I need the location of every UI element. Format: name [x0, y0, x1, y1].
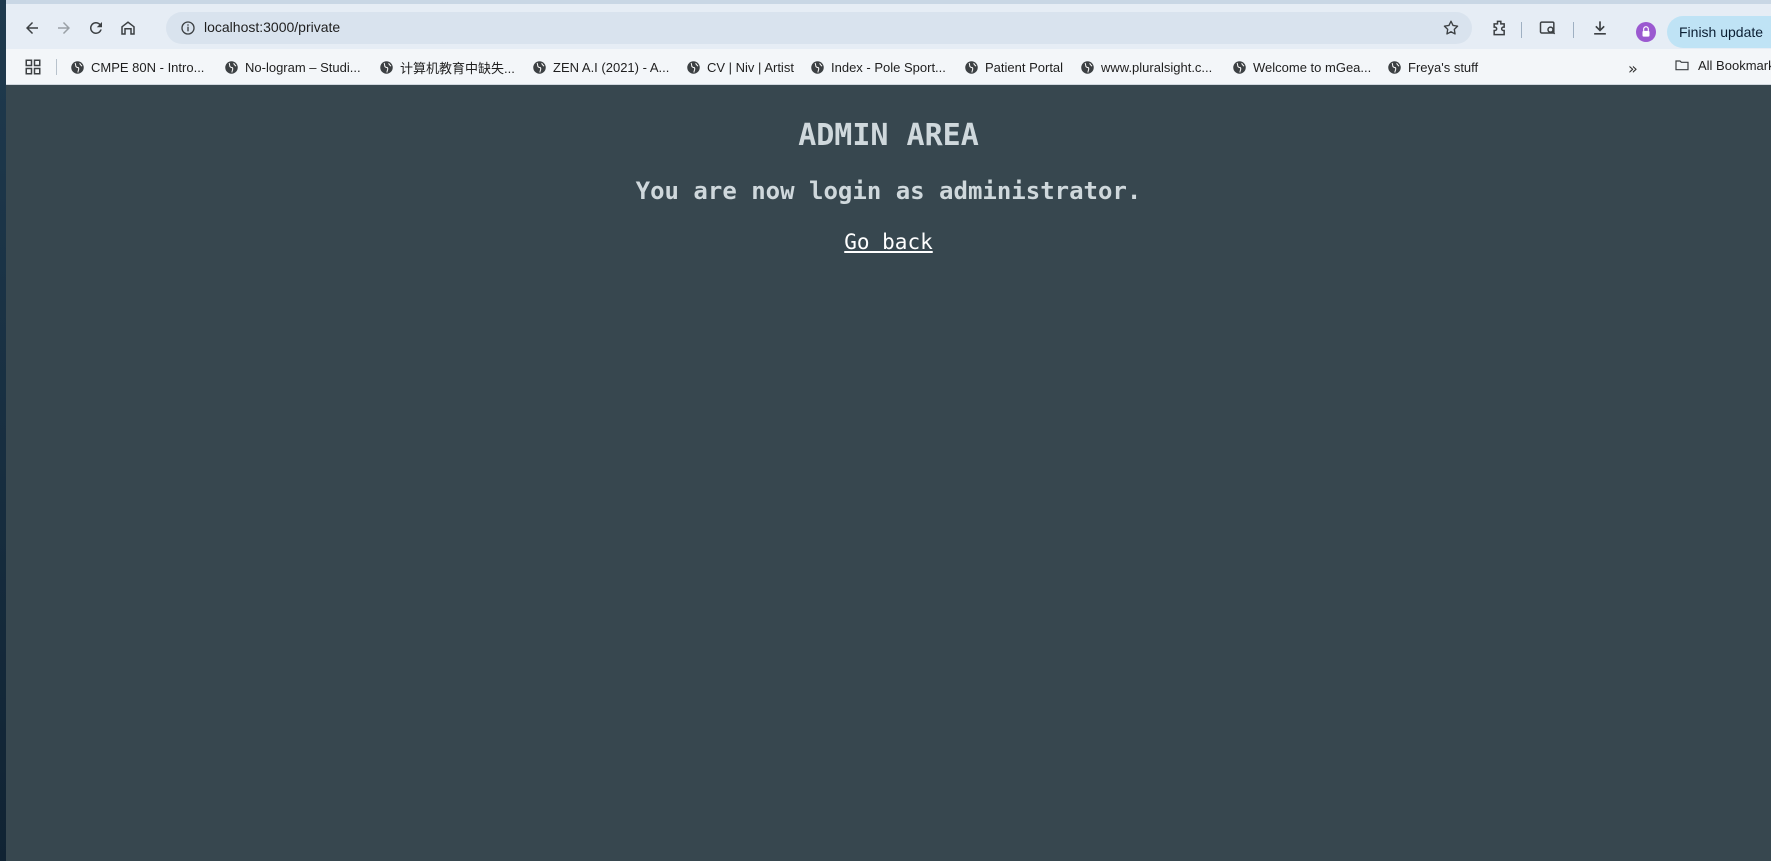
globe-icon — [811, 60, 824, 74]
profile-avatar-icon[interactable] — [1636, 22, 1656, 42]
back-button[interactable] — [18, 14, 46, 42]
apps-icon[interactable] — [24, 58, 42, 76]
bookmark-item[interactable]: Index - Pole Sport... — [810, 57, 946, 77]
globe-icon — [687, 60, 700, 74]
globe-icon — [225, 60, 238, 74]
browser-toolbar: localhost:3000/private Finish update ⋮ — [6, 0, 1771, 49]
login-status-message: You are now login as administrator. — [635, 177, 1142, 205]
chevron-double-right-icon[interactable]: » — [1628, 59, 1638, 78]
address-bar[interactable]: localhost:3000/private — [166, 12, 1472, 44]
go-back-link[interactable]: Go back — [6, 230, 1771, 254]
bookmark-item[interactable]: Patient Portal — [964, 57, 1063, 77]
folder-icon — [1675, 60, 1689, 71]
bookmark-label: CV | Niv | Artist — [707, 59, 794, 75]
bookmark-label: Index - Pole Sport... — [831, 59, 946, 75]
bookmark-star-icon[interactable] — [1442, 19, 1460, 37]
forward-icon — [58, 22, 70, 34]
url-text[interactable]: localhost:3000/private — [204, 19, 340, 35]
finish-update-label: Finish update — [1679, 24, 1764, 40]
extensions-icon[interactable] — [1490, 18, 1510, 38]
bookmark-label: Welcome to mGea... — [1253, 59, 1372, 75]
bookmark-label: CMPE 80N - Intro... — [91, 59, 205, 75]
bookmark-label: www.pluralsight.c... — [1101, 59, 1213, 75]
bookmark-label: Patient Portal — [985, 59, 1064, 75]
profile-badge-icon — [1642, 26, 1650, 37]
toolbar-divider — [1573, 22, 1574, 38]
home-button[interactable] — [114, 14, 142, 42]
bookmark-label: 计算机教育中缺失... — [400, 60, 515, 76]
bookmark-label: ZEN A.I (2021) - A... — [553, 59, 670, 75]
bookmark-item[interactable]: CMPE 80N - Intro... — [70, 57, 204, 77]
forward-button[interactable] — [50, 14, 78, 42]
bookmark-label: Freya's stuff — [1408, 59, 1479, 75]
bookmark-item[interactable]: 计算机教育中缺失... — [379, 57, 515, 77]
reload-button[interactable] — [82, 14, 110, 42]
all-bookmarks-label: All Bookmarks — [1698, 57, 1771, 73]
bookmark-item[interactable]: ZEN A.I (2021) - A... — [532, 57, 669, 77]
globe-icon — [380, 60, 393, 74]
reload-icon — [89, 21, 102, 34]
globe-icon — [965, 60, 978, 74]
bookmarks-divider — [56, 59, 57, 75]
bookmark-label: No-logram – Studi... — [245, 59, 361, 75]
tab-search-icon[interactable] — [1538, 18, 1558, 38]
finish-update-button[interactable]: Finish update ⋮ — [1667, 16, 1771, 48]
bookmark-item[interactable]: No-logram – Studi... — [224, 57, 361, 77]
site-info-icon[interactable] — [180, 20, 196, 36]
globe-icon — [1081, 60, 1094, 74]
page-title: ADMIN AREA — [798, 118, 979, 153]
page-content: ADMIN AREA You are now login as administ… — [6, 85, 1771, 861]
toolbar-divider — [1521, 22, 1522, 38]
bookmark-item[interactable]: www.pluralsight.c... — [1080, 57, 1212, 77]
downloads-icon[interactable] — [1590, 18, 1610, 38]
globe-icon — [1388, 60, 1401, 74]
back-icon — [26, 22, 38, 34]
globe-icon — [533, 60, 546, 74]
bookmark-item[interactable]: CV | Niv | Artist — [686, 57, 794, 77]
globe-icon — [71, 60, 84, 74]
bookmark-item[interactable]: Welcome to mGea... — [1232, 57, 1371, 77]
home-icon — [121, 21, 135, 35]
all-bookmarks-button[interactable]: All Bookmarks — [1674, 57, 1771, 73]
bookmarks-bar: CMPE 80N - Intro... No-logram – Studi...… — [6, 49, 1771, 85]
globe-icon — [1233, 60, 1246, 74]
bookmark-item[interactable]: Freya's stuff — [1387, 57, 1478, 77]
